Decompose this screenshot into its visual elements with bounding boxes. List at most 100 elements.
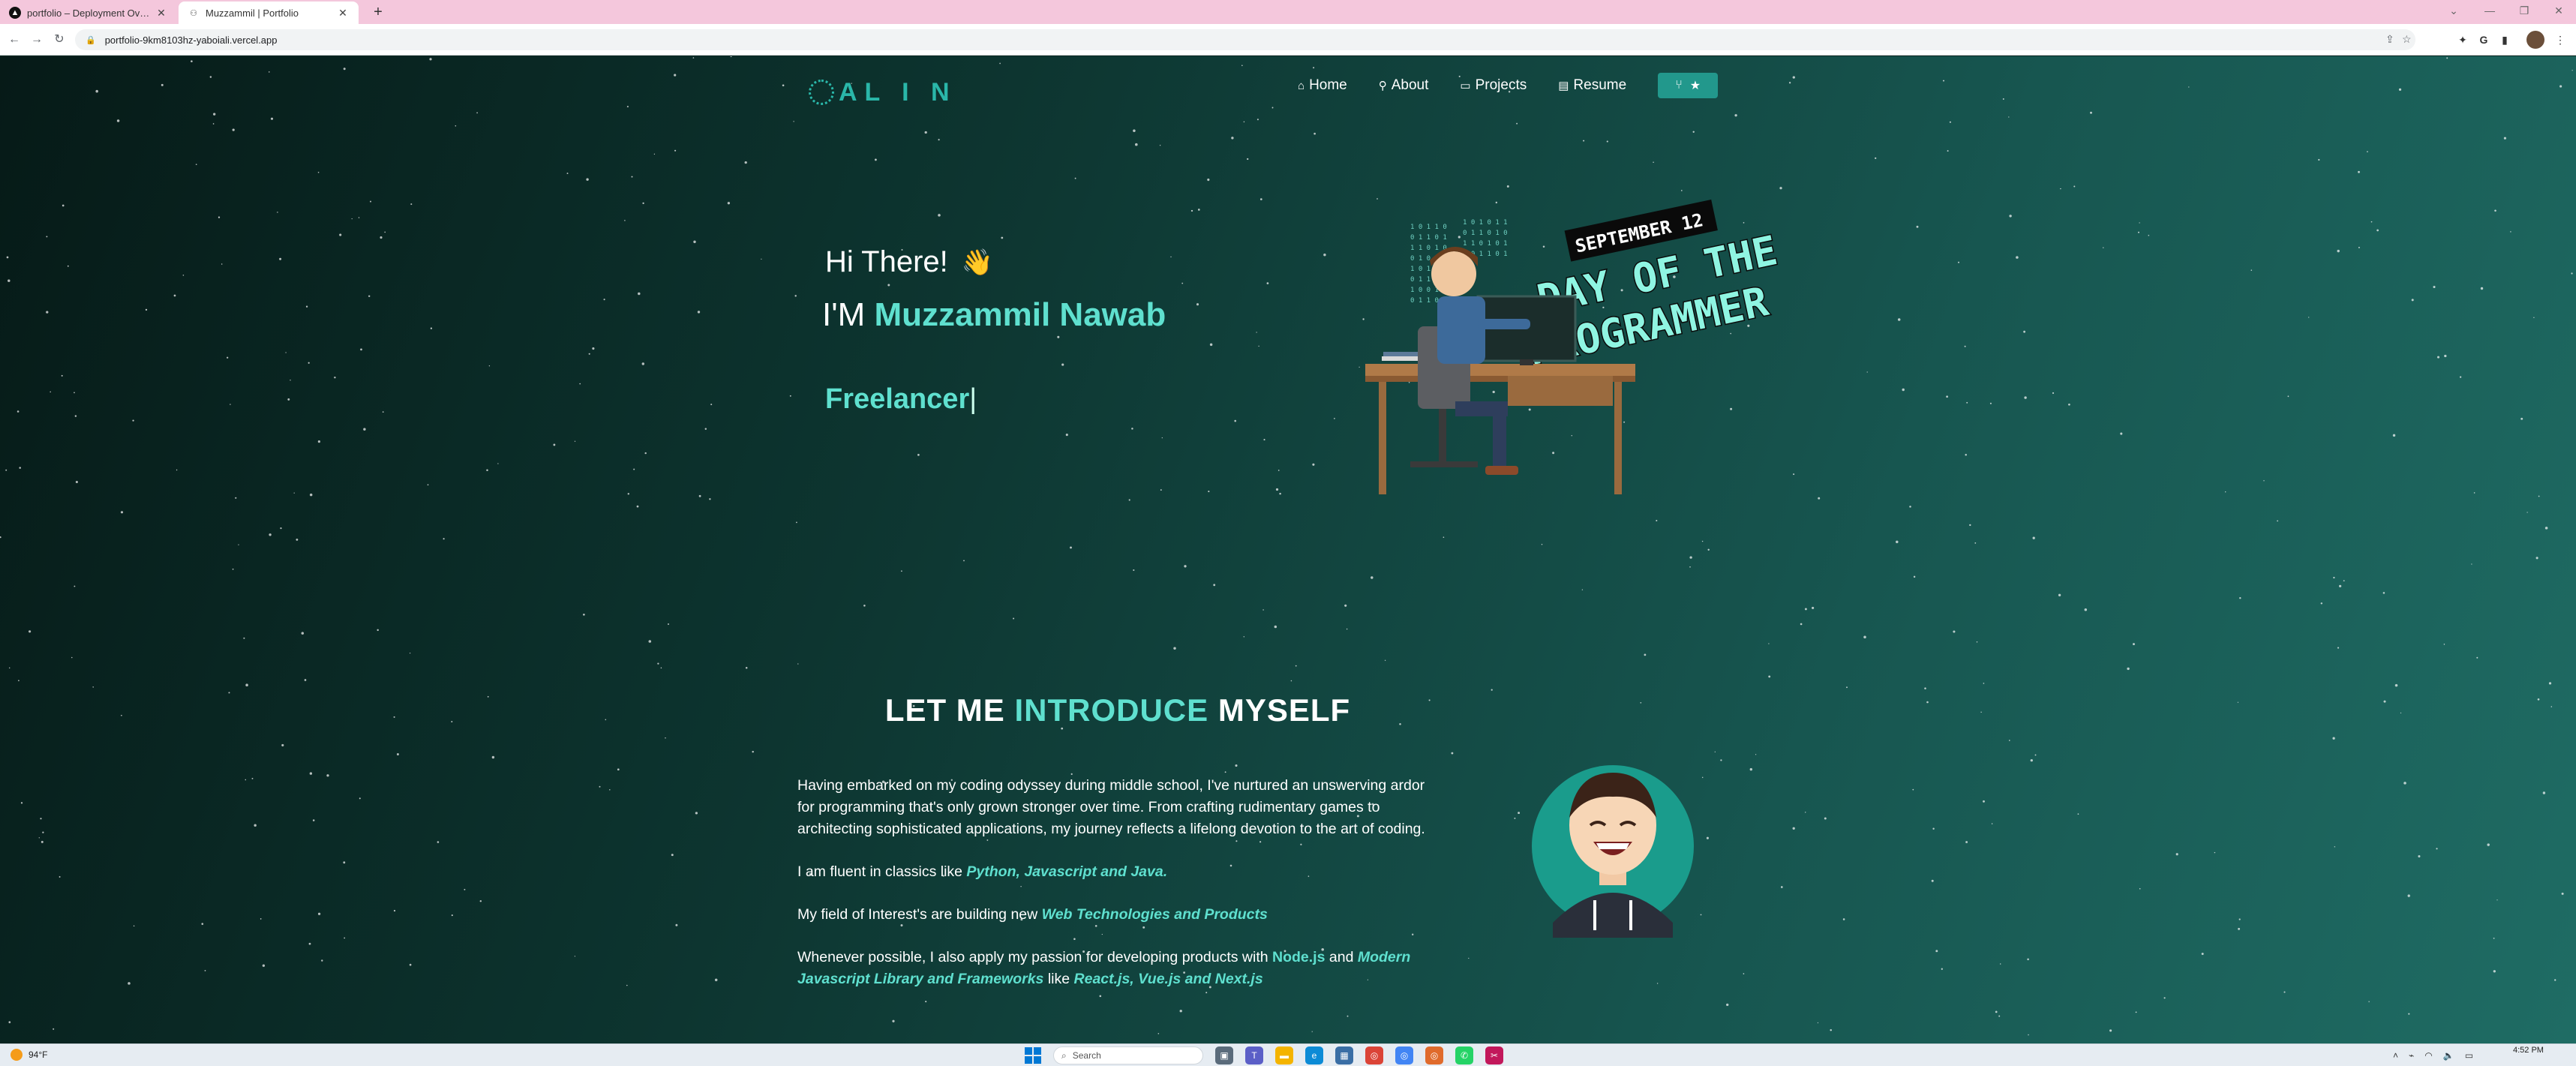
chrome-icon[interactable]: ◎ <box>1365 1046 1383 1064</box>
back-button[interactable]: ← <box>6 32 23 48</box>
star-dot <box>1241 65 1243 67</box>
close-tab-icon[interactable]: ✕ <box>155 7 168 20</box>
star-dot <box>794 295 797 297</box>
nav-home[interactable]: ⌂ Home <box>1298 73 1347 98</box>
star-dot <box>260 918 262 920</box>
star-dot <box>1131 428 1133 430</box>
chrome-app-icon[interactable]: ◎ <box>1425 1046 1443 1064</box>
sidepanel-icon[interactable]: ▮ <box>2496 32 2513 48</box>
share-icon[interactable]: ⇪ <box>2385 33 2394 46</box>
star-dot <box>2024 396 2027 399</box>
star-dot <box>698 494 701 497</box>
star-dot <box>2493 970 2496 973</box>
extensions-icon[interactable]: ✦ <box>2454 32 2471 48</box>
intro-paragraph-4: Whenever possible, I also apply my passi… <box>797 947 1443 990</box>
nav-projects[interactable]: ▭ Projects <box>1460 73 1527 98</box>
usb-icon[interactable]: ⌁ <box>2409 1050 2414 1061</box>
typewriter-role: Freelancer| <box>825 383 977 416</box>
menu-icon[interactable]: ⋮ <box>2552 32 2568 48</box>
tab-portfolio[interactable]: ⚇ Muzzammil | Portfolio ✕ <box>179 2 359 24</box>
star-dot <box>317 440 320 443</box>
star-dot <box>2175 853 2178 856</box>
volume-icon[interactable]: 🔈 <box>2443 1050 2454 1061</box>
bookmark-star-icon[interactable]: ☆ <box>2402 33 2412 46</box>
star-dot <box>2471 563 2472 565</box>
star-dot <box>1983 683 1985 684</box>
reload-button[interactable]: ↻ <box>51 32 68 48</box>
taskbar-clock[interactable]: 4:52 PM <box>2513 1046 2544 1055</box>
star-dot <box>2337 249 2340 253</box>
star-dot <box>1964 345 1966 347</box>
profile-avatar[interactable] <box>2526 31 2544 49</box>
chrome-profile-icon[interactable]: ◎ <box>1395 1046 1413 1064</box>
star-dot <box>393 909 396 912</box>
star-dot <box>486 469 488 471</box>
star-dot <box>2337 647 2340 649</box>
star-dot <box>2016 256 2019 259</box>
star-dot <box>427 484 429 486</box>
star-dot <box>2533 317 2535 318</box>
tab-search-icon[interactable]: ⌄ <box>2436 0 2471 21</box>
star-dot <box>1706 836 1709 839</box>
new-tab-button[interactable]: + <box>369 3 387 21</box>
star-dot <box>437 841 440 843</box>
store-icon[interactable]: ▦ <box>1335 1046 1353 1064</box>
star-dot <box>285 352 287 353</box>
star-dot <box>2008 116 2010 118</box>
weather-widget[interactable]: 94°F <box>11 1049 47 1061</box>
minimize-button[interactable]: — <box>2472 0 2507 21</box>
star-dot <box>128 982 131 985</box>
star-dot <box>1998 1015 2001 1017</box>
star-dot <box>359 797 361 800</box>
snipping-tool-icon[interactable]: ✂ <box>1485 1046 1503 1064</box>
start-icon[interactable] <box>1025 1047 1041 1064</box>
url-text: portfolio-9km8103hz-yaboiali.vercel.app <box>104 34 278 46</box>
github-star-button[interactable]: ⑂ ★ <box>1658 73 1719 98</box>
teams-icon[interactable]: T <box>1245 1046 1263 1064</box>
google-icon[interactable]: G <box>2475 32 2492 48</box>
star-dot <box>2333 576 2335 579</box>
star-dot <box>74 392 75 394</box>
star-dot <box>1491 689 1493 691</box>
star-dot <box>304 679 307 681</box>
wifi-icon[interactable]: ◠ <box>2424 1050 2432 1061</box>
chevron-up-icon[interactable]: ˄ <box>2393 1050 2398 1061</box>
star-dot <box>195 164 197 166</box>
star-dot <box>17 410 20 413</box>
star-dot <box>1443 536 1445 539</box>
star-dot <box>1295 665 1297 667</box>
star-dot <box>2392 434 2396 437</box>
site-logo[interactable]: AL I N <box>809 76 957 109</box>
star-icon: ★ <box>1689 80 1701 92</box>
star-dot <box>2542 791 2546 794</box>
task-view-icon[interactable]: ▣ <box>1215 1046 1233 1064</box>
taskbar-search[interactable]: ⌕ Search <box>1053 1046 1203 1064</box>
nav-resume[interactable]: ▤ Resume <box>1558 73 1626 98</box>
whatsapp-icon[interactable]: ✆ <box>1455 1046 1473 1064</box>
close-tab-icon[interactable]: ✕ <box>336 7 350 20</box>
close-window-button[interactable]: ✕ <box>2541 0 2576 21</box>
star-dot <box>232 128 235 131</box>
star-dot <box>796 521 797 524</box>
star-dot <box>1640 701 1642 704</box>
star-dot <box>2408 1013 2410 1015</box>
battery-icon[interactable]: ▭ <box>2465 1050 2473 1061</box>
address-bar[interactable]: 🔒 portfolio-9km8103hz-yaboiali.vercel.ap… <box>75 29 2415 50</box>
file-explorer-icon[interactable]: ▬ <box>1275 1046 1293 1064</box>
star-dot <box>553 443 556 446</box>
star-dot <box>2394 683 2398 687</box>
star-dot <box>212 123 215 125</box>
edge-icon[interactable]: e <box>1305 1046 1323 1064</box>
nav-about[interactable]: ⚲ About <box>1379 73 1429 98</box>
star-dot <box>592 347 595 350</box>
star-dot <box>644 452 647 455</box>
star-dot <box>1701 540 1704 542</box>
star-dot <box>626 984 628 986</box>
tab-deployment-overview[interactable]: ▲ portfolio – Deployment Overview ✕ <box>0 2 177 24</box>
star-dot <box>1173 647 1176 650</box>
restore-button[interactable]: ❐ <box>2507 0 2541 21</box>
star-dot <box>360 348 362 351</box>
forward-button[interactable]: → <box>29 32 45 48</box>
star-dot <box>74 585 76 587</box>
star-dot <box>744 161 747 164</box>
